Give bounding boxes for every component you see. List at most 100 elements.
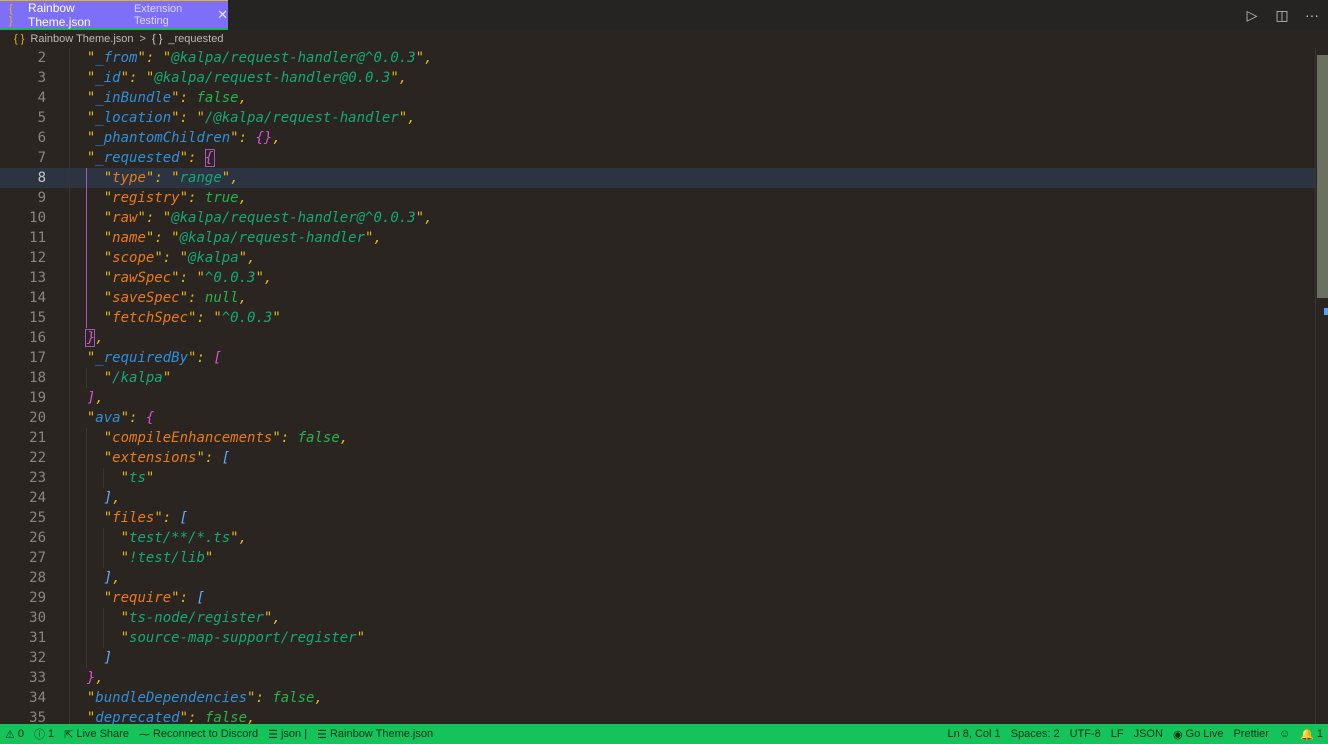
status-go-live[interactable]: ◉ Go Live — [1168, 728, 1229, 741]
status-encoding[interactable]: UTF-8 — [1065, 728, 1106, 740]
status-label: 0 — [17, 728, 24, 740]
comma: , — [238, 290, 248, 306]
code-line[interactable]: 10 "raw": "@kalpa/request-handler@^0.0.3"… — [0, 208, 1316, 228]
code-line[interactable]: 21 "compileEnhancements": false, — [0, 428, 1316, 448]
code-line[interactable]: 19], — [0, 388, 1316, 408]
code-line[interactable]: 5 "_location": "/@kalpa/request-handler", — [0, 108, 1316, 128]
string-quote: " — [171, 170, 180, 186]
breadcrumb-symbol[interactable]: _requested — [168, 33, 223, 45]
key-quote: " — [137, 50, 146, 66]
status-language-json[interactable]: ☰ json | — [263, 728, 312, 741]
code-line[interactable]: 27 "!test/lib" — [0, 548, 1316, 568]
code-line[interactable]: 13 "rawSpec": "^0.0.3", — [0, 268, 1316, 288]
code-line[interactable]: 30 "ts-node/register", — [0, 608, 1316, 628]
code-line[interactable]: 11 "name": "@kalpa/request-handler", — [0, 228, 1316, 248]
more-actions-icon[interactable]: ··· — [1304, 7, 1320, 23]
status-prettier[interactable]: Prettier — [1228, 728, 1273, 740]
code-line[interactable]: 28], — [0, 568, 1316, 588]
code-line[interactable]: 20 "ava": { — [0, 408, 1316, 428]
string-quote: " — [120, 630, 130, 646]
line-content: "ts" — [121, 468, 155, 488]
indent-guide — [102, 528, 104, 568]
code-line[interactable]: 24], — [0, 488, 1316, 508]
colon: : — [280, 430, 298, 446]
string-quote: " — [120, 550, 130, 566]
json-key: registry — [112, 190, 180, 206]
split-editor-icon[interactable]: ◫ — [1274, 7, 1290, 24]
scrollbar-thumb[interactable] — [1317, 55, 1328, 298]
json-string-value: @kalpa — [188, 250, 239, 266]
code-line[interactable]: 18 "/kalpa" — [0, 368, 1316, 388]
status-problems-warnings[interactable]: ⚠ 0 — [0, 728, 29, 741]
status-live-share[interactable]: ⇱ Live Share — [59, 728, 134, 741]
code-editor[interactable]: 2 "_from": "@kalpa/request-handler@^0.0.3… — [0, 48, 1316, 724]
status-feedback[interactable]: ☺ — [1274, 728, 1295, 740]
status-bar-right: Ln 8, Col 1 Spaces: 2 UTF-8 LF JSON ◉ Go Live P… — [942, 724, 1328, 744]
tab-rainbow-theme-json[interactable]: { } Rainbow Theme.json Extension Testing… — [0, 0, 228, 30]
json-key: _requested — [95, 150, 180, 166]
json-string-value: @kalpa/request-handler@^0.0.3 — [171, 210, 416, 226]
line-content: "type": "range", — [104, 168, 239, 188]
code-line[interactable]: 12 "scope": "@kalpa", — [0, 248, 1316, 268]
string-quote: " — [356, 630, 366, 646]
code-line[interactable]: 16}, — [0, 328, 1316, 348]
code-line[interactable]: 25 "files": [ — [0, 508, 1316, 528]
code-line[interactable]: 35 "deprecated": false, — [0, 708, 1316, 724]
code-line[interactable]: 15 "fetchSpec": "^0.0.3" — [0, 308, 1316, 328]
json-string-value: ^0.0.3 — [221, 310, 273, 326]
code-line[interactable]: 17 "_requiredBy": [ — [0, 348, 1316, 368]
code-line[interactable]: 3 "_id": "@kalpa/request-handler@0.0.3", — [0, 68, 1316, 88]
string-quote: " — [120, 610, 130, 626]
run-icon[interactable]: ▷ — [1244, 7, 1260, 24]
code-line[interactable]: 22 "extensions": [ — [0, 448, 1316, 468]
pulse-icon: ⁓ — [138, 728, 150, 741]
code-line[interactable]: 6 "_phantomChildren": {}, — [0, 128, 1316, 148]
status-discord[interactable]: ⁓ Reconnect to Discord — [134, 728, 263, 741]
list-icon: ☰ — [268, 728, 278, 741]
json-key: fetchSpec — [112, 310, 189, 326]
line-content: "_id": "@kalpa/request-handler@0.0.3", — [87, 68, 407, 88]
code-line[interactable]: 23 "ts" — [0, 468, 1316, 488]
status-problems-info[interactable]: ⓘ 1 — [29, 726, 59, 742]
line-number: 7 — [37, 150, 46, 166]
line-content: ] — [104, 648, 112, 668]
key-quote: " — [171, 590, 180, 606]
line-content: "!test/lib" — [121, 548, 214, 568]
status-file-name[interactable]: ☰ Rainbow Theme.json — [312, 728, 438, 741]
code-line[interactable]: 34 "bundleDependencies": false, — [0, 688, 1316, 708]
json-key: saveSpec — [112, 290, 180, 306]
status-notifications[interactable]: 🔔 1 — [1295, 728, 1328, 741]
code-line[interactable]: 33}, — [0, 668, 1316, 688]
colon: : — [196, 310, 214, 326]
string-quote: " — [120, 530, 130, 546]
code-line[interactable]: 2 "_from": "@kalpa/request-handler@^0.0.3… — [0, 48, 1316, 68]
colon: : — [129, 70, 146, 86]
code-line[interactable]: 14 "saveSpec": null, — [0, 288, 1316, 308]
string-quote: " — [103, 370, 113, 386]
line-content: "require": [ — [104, 588, 205, 608]
code-line[interactable]: 31 "source-map-support/register" — [0, 628, 1316, 648]
close-icon[interactable]: ✕ — [217, 7, 228, 23]
bracket: {} — [255, 130, 273, 146]
status-eol[interactable]: LF — [1106, 728, 1129, 740]
json-string-value: range — [179, 170, 222, 186]
code-line[interactable]: 26 "test/**/*.ts", — [0, 528, 1316, 548]
json-key: _requiredBy — [95, 350, 189, 366]
status-language-mode[interactable]: JSON — [1129, 728, 1168, 740]
line-content: "source-map-support/register" — [121, 628, 365, 648]
indent-guide — [69, 48, 70, 724]
code-line[interactable]: 4 "_inBundle": false, — [0, 88, 1316, 108]
key-quote: " — [171, 110, 180, 126]
string-quote: " — [398, 110, 408, 126]
bracket: ] — [103, 490, 113, 506]
line-number: 23 — [29, 470, 46, 486]
code-line[interactable]: 32] — [0, 648, 1316, 668]
status-indentation[interactable]: Spaces: 2 — [1006, 728, 1065, 740]
comma: , — [272, 610, 281, 626]
status-cursor-position[interactable]: Ln 8, Col 1 — [942, 728, 1005, 740]
code-line[interactable]: 9 "registry": true, — [0, 188, 1316, 208]
code-line[interactable]: 8 "type": "range", — [0, 168, 1316, 188]
breadcrumb-file[interactable]: Rainbow Theme.json — [30, 33, 133, 45]
code-line[interactable]: 7 "_requested": { — [0, 148, 1316, 168]
code-line[interactable]: 29 "require": [ — [0, 588, 1316, 608]
